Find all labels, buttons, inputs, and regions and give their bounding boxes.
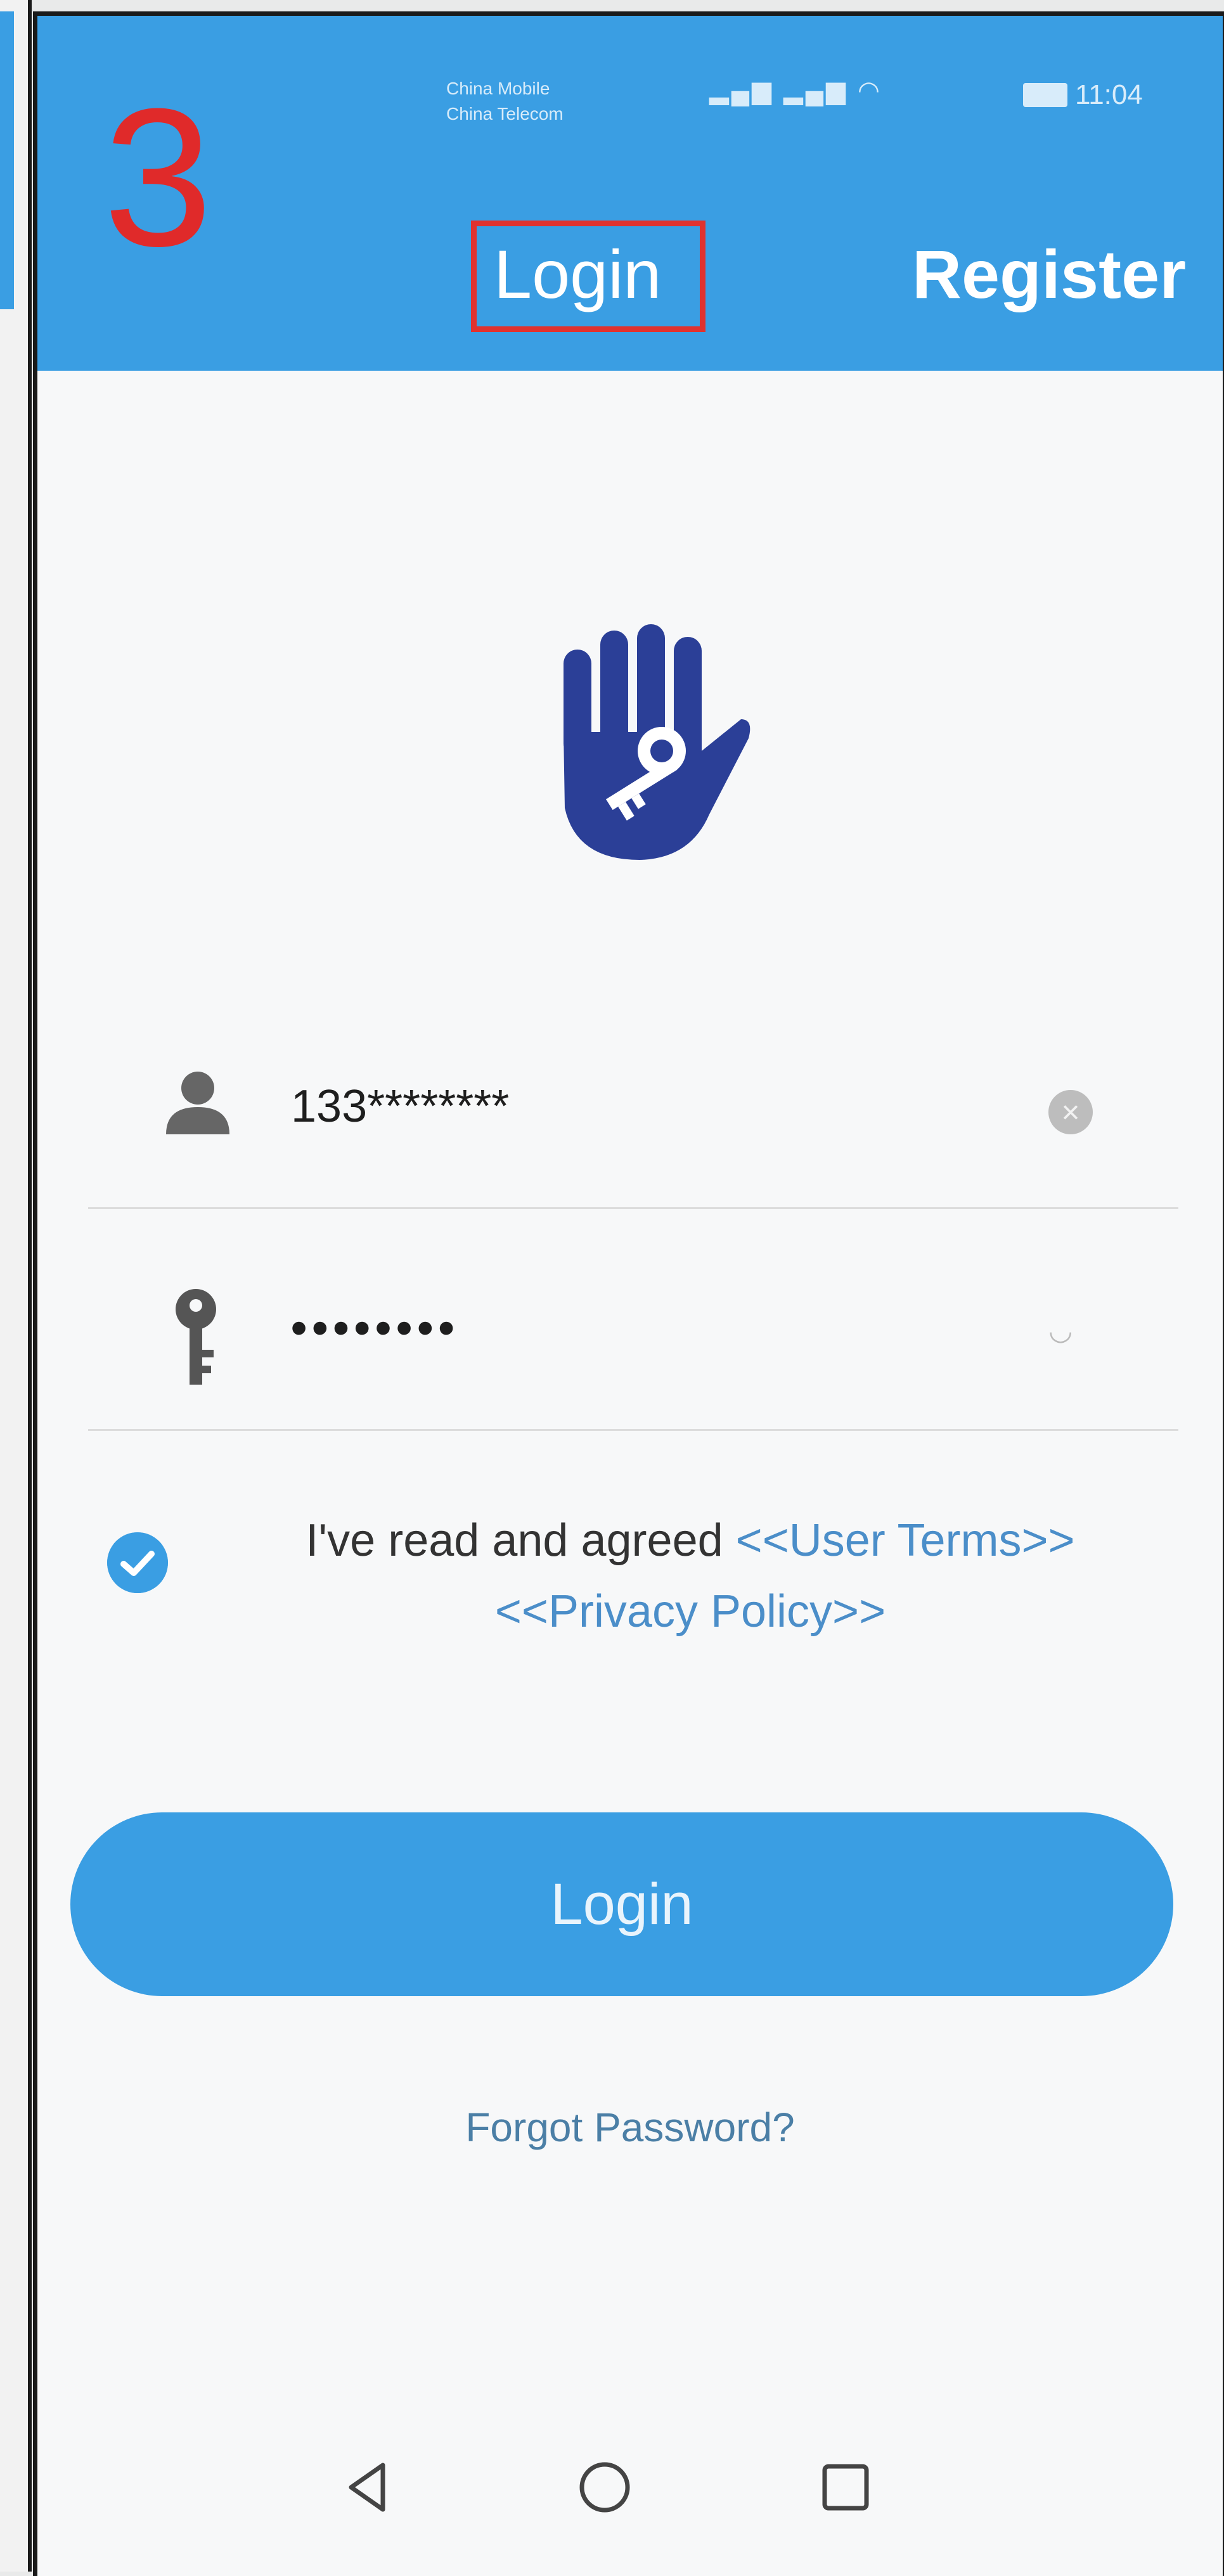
phone-input[interactable]: 133******** [291, 1080, 509, 1132]
highlight-annotation-box [471, 221, 705, 332]
agreement-text: I've read and agreed <<User Terms>> <<Pr… [247, 1505, 1134, 1647]
check-icon[interactable] [107, 1532, 168, 1593]
signal-icon: ▂▄▆ [709, 77, 774, 105]
tab-register-label: Register [912, 236, 1187, 312]
eye-icon[interactable]: ◡ [1048, 1317, 1086, 1345]
nav-recent-icon[interactable] [814, 2456, 877, 2519]
privacy-policy-link[interactable]: <<Privacy Policy>> [495, 1586, 886, 1637]
agreement-label: I've read and agreed [306, 1515, 723, 1566]
nav-back-icon[interactable] [335, 2456, 399, 2519]
phone-screen: 3 China Mobile China Telecom ▂▄▆ ▂▄▆ ◠ 1… [33, 11, 1224, 2576]
key-icon [176, 1289, 216, 1385]
wifi-icon: ◠ [858, 77, 882, 105]
battery-time: 11:04 [1023, 79, 1143, 111]
signal-wifi-icons: ▂▄▆ ▂▄▆ ◠ [709, 76, 882, 105]
clear-icon[interactable]: × [1048, 1090, 1093, 1134]
adjacent-screen-header [0, 11, 14, 309]
tab-login[interactable]: Login [471, 221, 705, 332]
adjacent-screen-edge [0, 0, 32, 2572]
forgot-password-link[interactable]: Forgot Password? [37, 2104, 1223, 2151]
password-input[interactable]: •••••••• [291, 1302, 460, 1354]
field-divider [88, 1429, 1178, 1431]
carrier-1: China Mobile [446, 79, 550, 98]
user-icon [166, 1072, 229, 1134]
signal-icon: ▂▄▆ [783, 77, 848, 105]
nav-home-icon[interactable] [573, 2456, 636, 2519]
step-number-annotation: 3 [103, 67, 213, 287]
status-time: 11:04 [1075, 79, 1143, 110]
carrier-2: China Telecom [446, 104, 564, 124]
battery-icon [1023, 83, 1067, 107]
field-divider [88, 1207, 1178, 1209]
app-header: 3 China Mobile China Telecom ▂▄▆ ▂▄▆ ◠ 1… [37, 16, 1223, 371]
user-terms-link[interactable]: <<User Terms>> [736, 1515, 1075, 1566]
hand-key-logo [564, 624, 751, 860]
login-button[interactable]: Login [70, 1812, 1173, 1996]
carrier-info: China Mobile China Telecom [446, 76, 564, 127]
tab-register[interactable]: Register [912, 234, 1186, 314]
